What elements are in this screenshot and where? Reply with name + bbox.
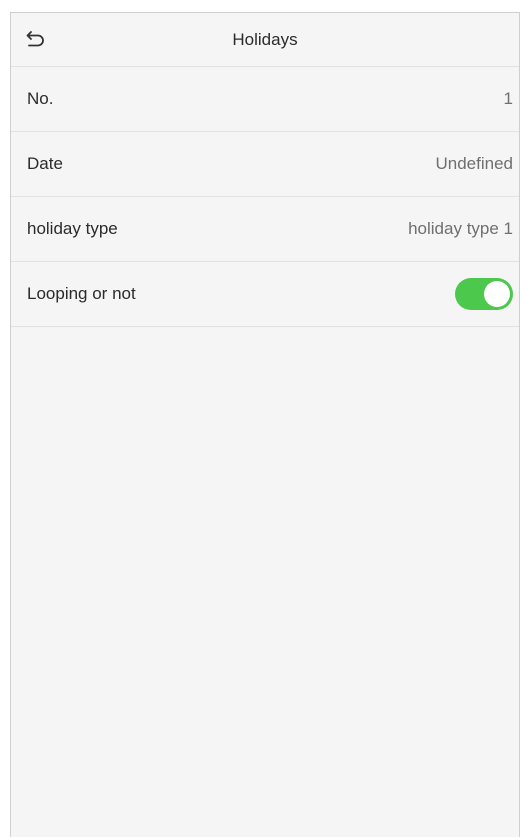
- toggle-knob: [484, 281, 510, 307]
- back-button[interactable]: [21, 25, 51, 53]
- page-title: Holidays: [232, 30, 298, 49]
- row-holiday-type[interactable]: holiday type holiday type 1: [11, 197, 519, 262]
- row-date[interactable]: Date Undefined: [11, 132, 519, 197]
- row-looping[interactable]: Looping or not: [11, 262, 519, 327]
- row-label-date: Date: [27, 154, 63, 173]
- row-value-number: 1: [503, 89, 513, 108]
- looping-toggle[interactable]: [455, 278, 513, 310]
- header-bar: Holidays: [11, 13, 519, 67]
- back-arrow-icon: [26, 31, 44, 47]
- row-label-looping: Looping or not: [27, 284, 136, 303]
- row-number[interactable]: No. 1: [11, 67, 519, 132]
- row-label-number: No.: [27, 89, 54, 108]
- row-value-date: Undefined: [435, 154, 513, 173]
- row-label-holiday-type: holiday type: [27, 219, 118, 238]
- row-value-holiday-type: holiday type 1: [408, 219, 513, 238]
- holidays-screen: Holidays No. 1 Date Undefined holiday ty…: [10, 12, 520, 837]
